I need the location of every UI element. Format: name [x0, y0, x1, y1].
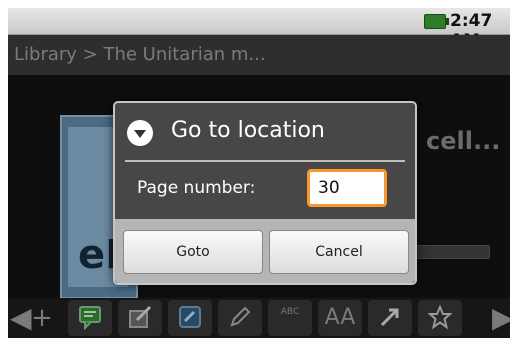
- comment-icon: [79, 306, 101, 331]
- comment-button[interactable]: [68, 300, 112, 336]
- pencil-button[interactable]: [218, 300, 262, 336]
- breadcrumb[interactable]: Library > The Unitarian m...: [14, 44, 266, 65]
- arrow-diagonal-button[interactable]: [368, 300, 412, 336]
- go-to-location-dialog: Go to location Page number: 30 Goto Canc…: [113, 101, 417, 285]
- arrow-left-icon[interactable]: ◀: [10, 304, 32, 332]
- star-add-icon: [427, 304, 453, 330]
- page-number-label: Page number:: [137, 178, 256, 198]
- dictionary-icon: ABC: [280, 307, 300, 317]
- dialog-header: Go to location: [115, 103, 415, 161]
- dialog-title: Go to location: [171, 118, 325, 143]
- goto-button[interactable]: Goto: [123, 230, 263, 274]
- arrow-diagonal-icon: [380, 308, 399, 327]
- font-size-button[interactable]: AA: [318, 300, 362, 336]
- dictionary-button[interactable]: ABC: [268, 300, 312, 336]
- battery-icon: [424, 14, 449, 29]
- add-bookmark-button[interactable]: [418, 300, 462, 336]
- link-icon: [179, 306, 201, 328]
- book-title-fragment: cell...: [426, 127, 501, 155]
- link-button[interactable]: [168, 300, 212, 336]
- screen: 2:47 AM Library > The Unitarian m... eP …: [8, 8, 510, 338]
- page-number-input[interactable]: 30: [307, 169, 387, 207]
- arrow-right-icon[interactable]: ▶: [492, 304, 510, 332]
- title-bar: Library > The Unitarian m...: [8, 35, 510, 75]
- dialog-divider: [125, 160, 405, 162]
- dialog-button-bar: Goto Cancel: [115, 219, 415, 283]
- bottom-toolbar: ◀ + ABC AA ▶: [8, 298, 510, 338]
- dropdown-circle-icon: [127, 120, 153, 146]
- cancel-button[interactable]: Cancel: [269, 230, 409, 274]
- reading-progress-bar: [410, 245, 490, 259]
- status-bar: 2:47 AM: [8, 8, 510, 51]
- edit-note-button[interactable]: [118, 300, 162, 336]
- plus-icon[interactable]: +: [30, 300, 54, 336]
- pencil-icon: [230, 306, 251, 327]
- edit-note-icon: [129, 305, 152, 328]
- font-size-icon: AA: [324, 305, 356, 330]
